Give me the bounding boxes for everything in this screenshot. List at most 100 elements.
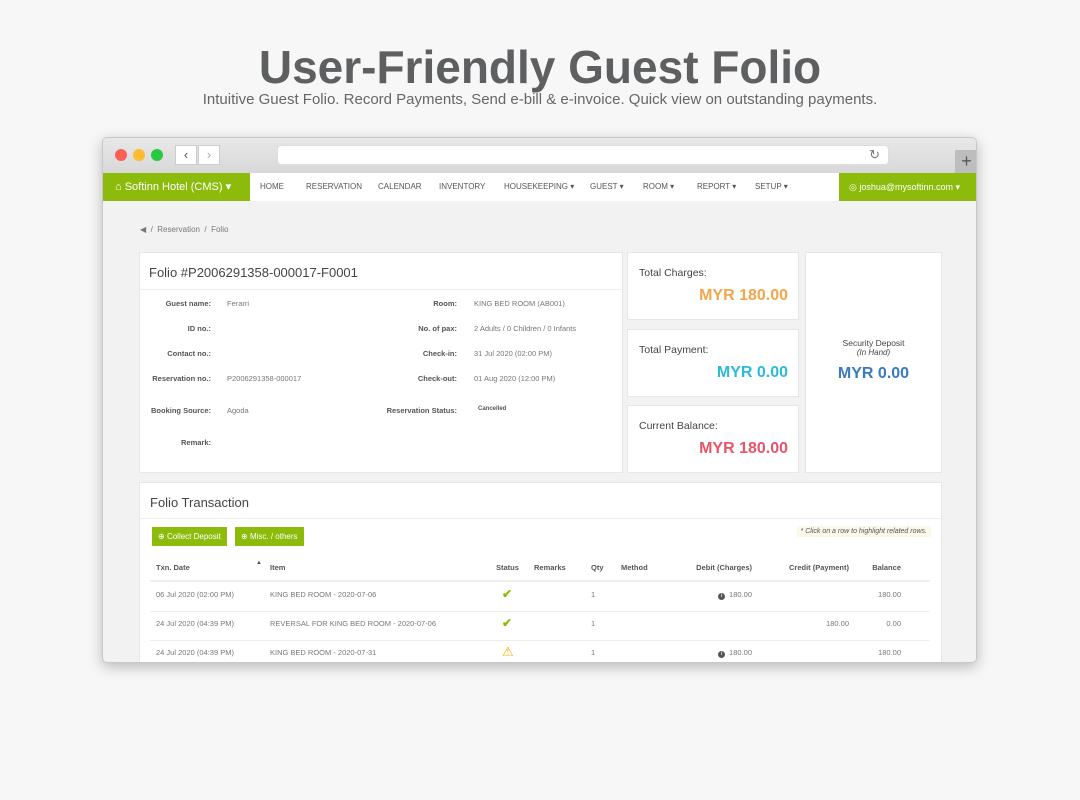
column-header[interactable]: Txn. Date <box>156 563 190 572</box>
nav-item[interactable]: GUEST ▾ <box>590 173 624 201</box>
cell-text: 180.00 <box>826 619 849 628</box>
cell-date: 24 Jul 2020 (04:39 PM) <box>156 648 234 657</box>
cell-text: 180.00 <box>878 648 901 657</box>
total-charges-label: Total Charges: <box>639 267 707 279</box>
security-deposit-label: Security Deposit <box>842 338 905 348</box>
breadcrumb-reservation[interactable]: Reservation <box>157 225 200 234</box>
column-header[interactable]: Qty <box>591 563 604 572</box>
new-tab-button[interactable]: + <box>955 150 976 173</box>
hint-text: * Click on a row to highlight related ro… <box>796 526 931 537</box>
table-row[interactable]: 24 Jul 2020 (04:39 PM) REVERSAL FOR KING … <box>140 611 941 640</box>
collect-deposit-button[interactable]: ⊕ Collect Deposit <box>152 527 227 546</box>
cell-qty: 1 <box>591 619 595 628</box>
breadcrumb: ◀ / Reservation / Folio <box>140 225 229 234</box>
total-payment-label: Total Payment: <box>639 344 709 356</box>
current-balance-label: Current Balance: <box>639 420 718 432</box>
info-icon[interactable]: i <box>718 651 726 658</box>
column-header[interactable]: Status <box>496 563 519 572</box>
top-nav: ⌂ Softinn Hotel (CMS) ▾ HOME RESERVATION C… <box>103 173 976 201</box>
total-payment-card: Total Payment: MYR 0.00 <box>627 329 799 397</box>
forward-icon[interactable]: › <box>198 145 220 165</box>
collect-deposit-label: Collect Deposit <box>166 532 221 541</box>
field-label: Room: <box>433 299 457 308</box>
nav-item[interactable]: RESERVATION <box>306 173 362 201</box>
misc-others-label: Misc. / others <box>249 532 298 541</box>
browser-window: ‹ › ↻ + ⌂ Softinn Hotel (CMS) ▾ HOME RESE… <box>102 137 977 663</box>
column-header[interactable]: Debit (Charges) <box>696 563 752 572</box>
field-value: 2 Adults / 0 Children / 0 Infants <box>474 324 577 333</box>
cell-balance: 180.00 <box>878 648 901 657</box>
field-value: 31 Jul 2020 (02:00 PM) <box>474 349 552 358</box>
cell-balance: 180.00 <box>878 590 901 599</box>
nav-item[interactable]: REPORT ▾ <box>697 173 736 201</box>
column-header[interactable]: Method <box>621 563 648 572</box>
nav-item[interactable]: HOME <box>260 173 284 201</box>
field-label: Reservation no.: <box>152 374 211 383</box>
cell-item: REVERSAL FOR KING BED ROOM - 2020-07-06 <box>270 619 436 628</box>
security-deposit-sublabel: (In Hand) <box>856 348 891 357</box>
current-balance-value: MYR 180.00 <box>699 440 788 457</box>
cell-credit: 180.00 <box>826 619 849 628</box>
cell-text: 180.00 <box>729 590 752 599</box>
total-charges-card: Total Charges: MYR 180.00 <box>627 252 799 320</box>
back-icon[interactable]: ‹ <box>175 145 197 165</box>
close-window-button[interactable] <box>115 149 127 161</box>
cell-balance: 0.00 <box>886 619 901 628</box>
cell-item: KING BED ROOM - 2020-07-31 <box>270 648 376 657</box>
maximize-window-button[interactable] <box>151 149 163 161</box>
field-label: Contact no.: <box>167 349 211 358</box>
reload-icon[interactable]: ↻ <box>869 147 880 163</box>
field-label: ID no.: <box>187 324 211 333</box>
cell-debit: i 180.00 <box>718 590 752 600</box>
cell-text: 24 Jul 2020 (04:39 PM) <box>156 619 234 628</box>
sort-asc-icon[interactable]: ▲ <box>256 560 262 566</box>
column-header[interactable]: Remarks <box>534 563 566 572</box>
field-label: Check-out: <box>417 374 457 383</box>
column-header[interactable]: Balance <box>872 563 901 572</box>
field-value: 01 Aug 2020 (12:00 PM) <box>474 374 556 383</box>
field-label: Check-in: <box>422 349 457 358</box>
nav-item[interactable]: SETUP ▾ <box>755 173 788 201</box>
cell-qty: 1 <box>591 648 595 657</box>
warning-icon: ⚠ <box>502 644 514 659</box>
check-icon: ✔ <box>502 616 513 630</box>
table-row[interactable]: 24 Jul 2020 (04:39 PM) KING BED ROOM - 20… <box>140 640 941 662</box>
nav-item[interactable]: INVENTORY <box>439 173 485 201</box>
folio-title: Folio #P2006291358-000017-F0001 <box>149 265 358 280</box>
column-header[interactable]: Credit (Payment) <box>789 563 849 572</box>
cell-qty: 1 <box>591 590 595 599</box>
minimize-window-button[interactable] <box>133 149 145 161</box>
cell-text: 06 Jul 2020 (02:00 PM) <box>156 590 234 599</box>
current-balance-card: Current Balance: MYR 180.00 <box>627 405 799 473</box>
cell-date: 24 Jul 2020 (04:39 PM) <box>156 619 234 628</box>
total-charges-value: MYR 180.00 <box>699 287 788 304</box>
cell-text: KING BED ROOM - 2020-07-06 <box>270 590 377 599</box>
table-row[interactable]: 06 Jul 2020 (02:00 PM) KING BED ROOM - 20… <box>140 582 941 611</box>
info-icon[interactable]: i <box>718 593 726 600</box>
user-icon: ◎ <box>849 182 860 192</box>
cell-text: 0.00 <box>886 619 901 628</box>
cell-text: 1 <box>591 648 596 657</box>
misc-others-button[interactable]: ⊕ Misc. / others <box>235 527 304 546</box>
cell-text: 24 Jul 2020 (04:39 PM) <box>156 648 234 657</box>
nav-item[interactable]: HOUSEKEEPING ▾ <box>504 173 574 201</box>
nav-item[interactable]: CALENDAR <box>378 173 422 201</box>
cell-text: 180.00 <box>878 590 901 599</box>
brand-menu[interactable]: ⌂ Softinn Hotel (CMS) ▾ <box>103 173 250 201</box>
cell-item: KING BED ROOM - 2020-07-06 <box>270 590 376 599</box>
subheadline: Intuitive Guest Folio. Record Payments, … <box>202 91 878 108</box>
breadcrumb-folio: Folio <box>211 225 229 234</box>
nav-item[interactable]: ROOM ▾ <box>643 173 674 201</box>
user-menu[interactable]: ◎ joshua@mysoftinn.com ▾ <box>839 173 976 201</box>
cell-text: KING BED ROOM - 2020-07-31 <box>270 648 377 657</box>
headline: User-Friendly Guest Folio <box>258 41 822 93</box>
column-header[interactable]: Item <box>270 563 285 572</box>
cell-text: REVERSAL FOR KING BED ROOM - 2020-07-06 <box>270 619 437 628</box>
field-value: KING BED ROOM (AB001) <box>474 299 565 308</box>
cell-date: 06 Jul 2020 (02:00 PM) <box>156 590 234 599</box>
transactions-title: Folio Transaction <box>150 495 249 510</box>
field-label: Booking Source: <box>150 406 211 415</box>
back-circle-icon[interactable]: ◀ <box>140 225 146 234</box>
address-bar[interactable]: ↻ <box>277 145 889 165</box>
status-badge: Cancelled <box>478 406 507 412</box>
